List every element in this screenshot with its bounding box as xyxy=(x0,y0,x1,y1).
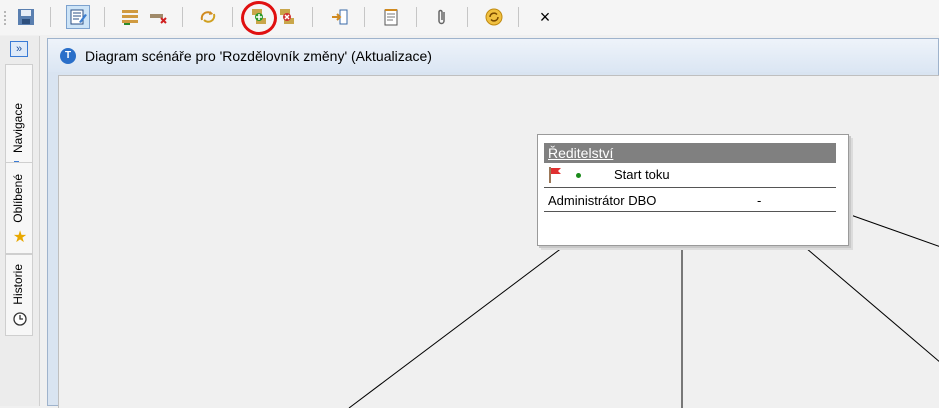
node-role-row: Administrátor DBO - xyxy=(544,187,836,212)
notes-icon xyxy=(384,9,398,26)
diagram-canvas[interactable]: Ředitelství Start toku Administrátor DBO… xyxy=(58,75,939,408)
clock-icon xyxy=(12,311,28,327)
refresh-arrows-button[interactable] xyxy=(196,5,220,29)
attachment-button[interactable] xyxy=(430,5,454,29)
sync-icon xyxy=(485,8,503,26)
node-role: Administrátor DBO xyxy=(548,193,657,208)
node-role-value: - xyxy=(757,193,762,208)
save-button[interactable] xyxy=(14,5,38,29)
toolbar-separator xyxy=(416,7,417,27)
node-state: Start toku xyxy=(614,167,670,182)
diagram-panel: T Diagram scénáře pro 'Rozdělovník změny… xyxy=(47,38,939,408)
node-header: Ředitelství xyxy=(544,143,836,163)
toolbar-separator xyxy=(364,7,365,27)
toolbar-grip[interactable] xyxy=(4,10,6,26)
edit-properties-icon xyxy=(70,9,87,25)
tab-oblibene[interactable]: Oblíbené ★ xyxy=(5,162,33,254)
sync-button[interactable] xyxy=(482,5,506,29)
insert-step-icon xyxy=(332,9,348,25)
toolbar: × xyxy=(0,0,939,35)
toolbar-separator xyxy=(232,7,233,27)
attachment-icon xyxy=(438,9,445,25)
toolbar-separator xyxy=(104,7,105,27)
toolbar-separator xyxy=(182,7,183,27)
close-button[interactable]: × xyxy=(533,5,557,29)
tab-historie-label: Historie xyxy=(11,264,25,305)
highlight-annotation xyxy=(241,1,277,35)
tab-historie[interactable]: Historie xyxy=(5,254,33,336)
insert-step-button[interactable] xyxy=(328,5,352,29)
flag-icon xyxy=(548,166,564,187)
toolbar-separator xyxy=(518,7,519,27)
toolbar-separator xyxy=(50,7,51,27)
delete-row-icon xyxy=(150,14,167,24)
stop-flow-icon xyxy=(280,9,294,24)
notes-button[interactable] xyxy=(379,5,403,29)
toolbar-separator xyxy=(312,7,313,27)
panel-title: Diagram scénáře pro 'Rozdělovník změny' … xyxy=(85,48,432,64)
save-icon xyxy=(18,9,34,25)
add-rows-icon xyxy=(122,10,138,25)
delete-row-button[interactable] xyxy=(146,5,170,29)
star-icon: ★ xyxy=(12,229,28,246)
add-rows-button[interactable] xyxy=(118,5,142,29)
refresh-arrows-icon xyxy=(200,11,216,23)
diagram-node[interactable]: Ředitelství Start toku Administrátor DBO… xyxy=(537,134,849,246)
close-icon: × xyxy=(539,6,551,27)
node-state-row: Start toku xyxy=(544,163,836,188)
toolbar-separator xyxy=(467,7,468,27)
tab-navigace-label: Navigace xyxy=(11,102,25,153)
status-dot xyxy=(576,173,581,178)
node-name-link[interactable]: Ředitelství xyxy=(548,145,613,161)
edit-properties-button[interactable] xyxy=(66,5,90,29)
tab-oblibene-label: Oblíbené xyxy=(11,174,25,223)
diagram-icon: T xyxy=(60,48,76,64)
side-panel: » Navigace Oblíbené ★ Historie xyxy=(0,36,40,406)
expand-sidebar-button[interactable]: » xyxy=(10,41,28,57)
stop-flow-button[interactable] xyxy=(275,5,299,29)
panel-header: T Diagram scénáře pro 'Rozdělovník změny… xyxy=(48,39,938,72)
